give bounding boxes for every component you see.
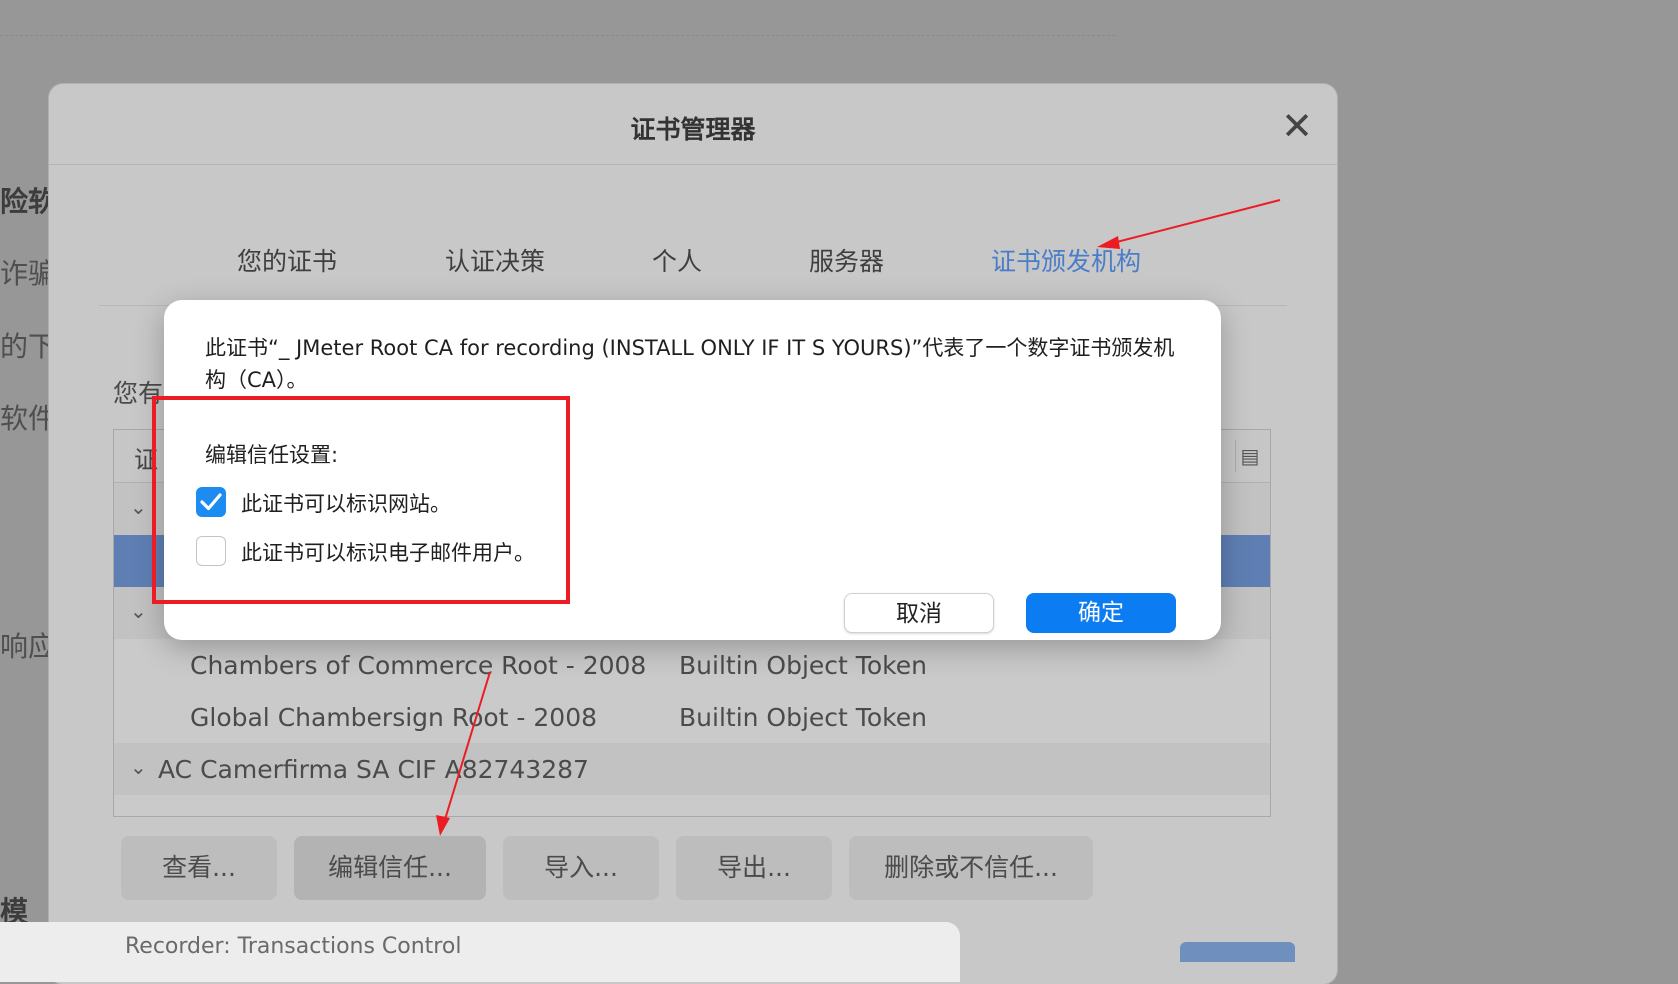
- arrowhead-icon: [1097, 236, 1120, 249]
- annotation-arrows: [436, 199, 1281, 836]
- arrow-to-authorities-tab: [1104, 199, 1281, 246]
- arrowhead-icon: [436, 815, 450, 836]
- arrow-to-edit-trust-button: [442, 671, 491, 827]
